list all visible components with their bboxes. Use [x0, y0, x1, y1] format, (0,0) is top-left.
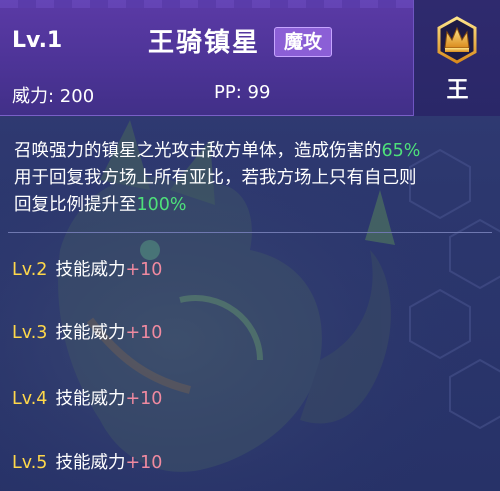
description-text-2a: 用于回复我方场上所有亚比，若我方场上只有自己则: [14, 168, 417, 188]
skill-pp: PP: 99: [214, 82, 271, 103]
description-text-1: 召唤强力的镇星之光攻击敌方单体，造成伤害的: [14, 141, 382, 161]
skill-description: 召唤强力的镇星之光攻击敌方单体，造成伤害的65% 用于回复我方场上所有亚比，若我…: [14, 138, 494, 219]
heal-ratio-value: 100%: [136, 195, 187, 215]
upgrade-text: 技能威力: [55, 453, 126, 473]
upgrade-row: Lv.4 技能威力+10: [12, 385, 162, 410]
upgrade-level: Lv.2: [12, 260, 48, 280]
upgrade-row: Lv.2 技能威力+10: [12, 256, 162, 281]
upgrade-row: Lv.3 技能威力+10: [12, 319, 162, 344]
skill-header: Lv.1 王骑镇星 魔攻 威力: 200 PP: 99 王: [0, 0, 500, 116]
upgrade-text: 技能威力: [55, 323, 126, 343]
crown-gem-icon: [437, 16, 477, 64]
section-divider: [8, 232, 492, 233]
description-text-2b: 回复比例提升至: [14, 195, 137, 215]
description-text-2: 用于回复我方场上所有亚比，若我方场上只有自己则 回复比例提升至: [14, 168, 417, 215]
skill-card: Lv.1 王骑镇星 魔攻 威力: 200 PP: 99 王 召唤强力的镇星之光攻…: [0, 0, 500, 491]
skill-power: 威力: 200: [12, 86, 95, 107]
upgrade-text: 技能威力: [55, 260, 126, 280]
damage-ratio-value: 65%: [381, 141, 421, 161]
upgrade-bonus: +10: [125, 260, 163, 280]
rank-label: 王: [446, 78, 469, 103]
upgrade-bonus: +10: [125, 323, 163, 343]
skill-level: Lv.1: [12, 28, 63, 53]
upgrade-text: 技能威力: [55, 389, 126, 409]
upgrade-row: Lv.5 技能威力+10: [12, 449, 162, 474]
upgrade-level: Lv.4: [12, 389, 48, 409]
upgrade-bonus: +10: [125, 389, 163, 409]
upgrade-level: Lv.3: [12, 323, 48, 343]
upgrade-level: Lv.5: [12, 453, 48, 473]
skill-type-badge: 魔攻: [274, 27, 332, 57]
skill-name: 王骑镇星: [148, 28, 261, 58]
upgrade-bonus: +10: [125, 453, 163, 473]
rank-badge: 王: [413, 0, 500, 116]
